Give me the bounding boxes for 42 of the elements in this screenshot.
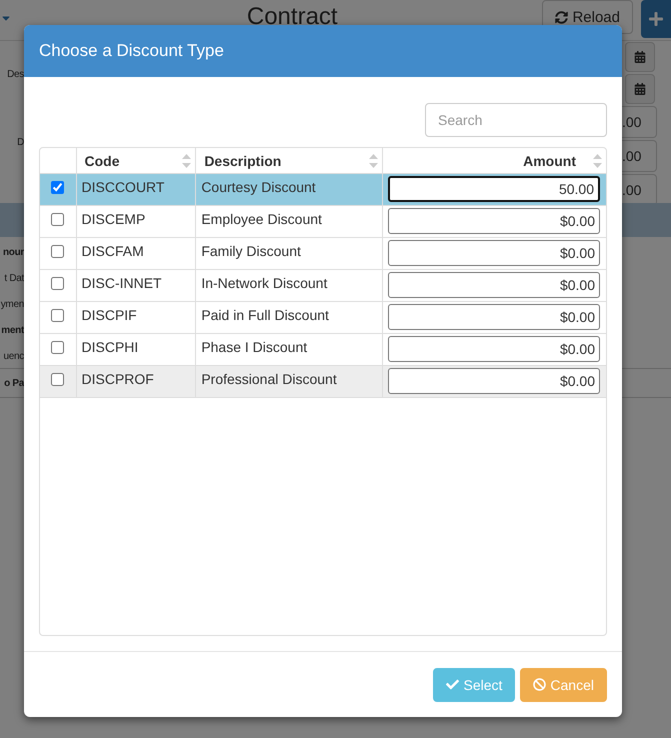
table-cell: Professional Discount [196, 366, 382, 398]
row-checkbox[interactable] [51, 213, 64, 226]
row-checkbox[interactable] [51, 245, 64, 258]
amount-field[interactable]: 50.00 [388, 176, 600, 202]
plus-icon [648, 11, 664, 27]
add-button[interactable] [641, 0, 671, 38]
row-checkbox[interactable] [51, 181, 64, 194]
table-cell: DISCPROF [76, 366, 196, 398]
calendar-button[interactable] [625, 42, 655, 72]
row-checkbox[interactable] [51, 341, 64, 354]
table-row[interactable]: DISCFAM Family Discount $0.00 [40, 238, 606, 270]
table-row[interactable]: DISCPROF Professional Discount $0.00 [40, 366, 606, 398]
field-label: Des [7, 68, 24, 80]
calendar-icon [634, 83, 646, 95]
row-checkbox[interactable] [51, 277, 64, 290]
row-checkbox[interactable] [51, 309, 64, 322]
table-row[interactable]: DISCCOURT Courtesy Discount 50.00 [40, 174, 606, 206]
amount-field[interactable]: $0.00 [388, 304, 600, 330]
row-checkbox[interactable] [51, 373, 64, 386]
ban-icon [533, 678, 546, 691]
field-label: nour [2, 246, 24, 258]
check-icon [446, 678, 460, 691]
column-header: o Pa [4, 378, 24, 388]
field-label: ment [1, 324, 24, 336]
table-row[interactable]: DISCEMP Employee Discount $0.00 [40, 206, 606, 238]
amount-field[interactable]: $0.00 [388, 208, 600, 234]
field-label: D [17, 136, 24, 148]
field-label: t Dat [4, 272, 24, 284]
field-label: uenc [4, 350, 24, 362]
amount-field[interactable]: $0.00 [388, 272, 600, 298]
table-row[interactable]: DISC-INNET In-Network Discount $0.00 [40, 270, 606, 302]
amount-field[interactable]: $0.00 [388, 240, 600, 266]
search-field[interactable]: Search [425, 103, 607, 137]
calendar-icon [634, 51, 646, 63]
dialog-title: Choose a Discount Type [24, 25, 622, 77]
amount-field[interactable]: $0.00 [388, 336, 600, 362]
calendar-button[interactable] [625, 74, 655, 104]
amount-field[interactable]: $0.00 [388, 368, 600, 394]
table-row[interactable]: DISCPIF Paid in Full Discount $0.00 [40, 302, 606, 334]
refresh-icon [555, 10, 568, 24]
table-row[interactable]: DISCPHI Phase I Discount $0.00 [40, 334, 606, 366]
field-label: ymen [0, 298, 24, 310]
